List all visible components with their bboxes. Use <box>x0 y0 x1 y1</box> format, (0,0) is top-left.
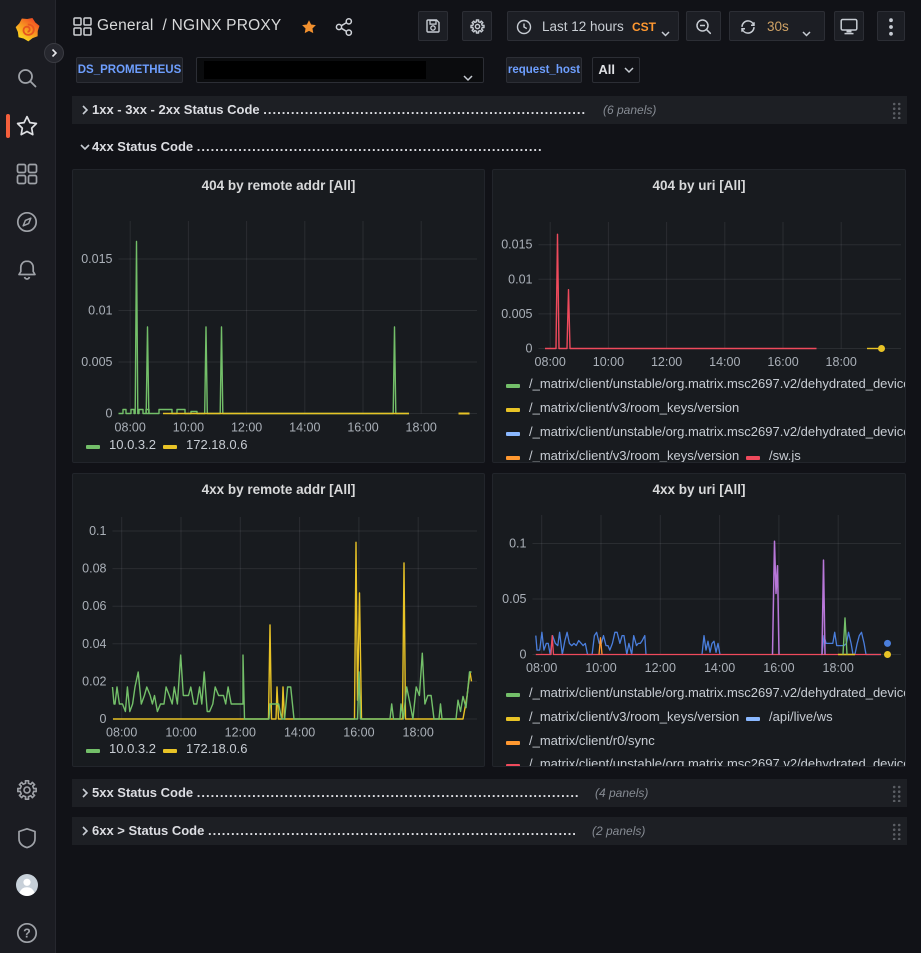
svg-text:08:00: 08:00 <box>106 726 137 740</box>
svg-text:16:00: 16:00 <box>763 661 794 675</box>
svg-text:14:00: 14:00 <box>289 421 320 435</box>
svg-text:0.015: 0.015 <box>81 252 112 266</box>
svg-text:0.08: 0.08 <box>82 562 106 576</box>
svg-text:16:00: 16:00 <box>767 355 798 369</box>
svg-text:08:00: 08:00 <box>526 661 557 675</box>
svg-text:08:00: 08:00 <box>535 355 566 369</box>
svg-text:18:00: 18:00 <box>403 726 434 740</box>
svg-text:0.005: 0.005 <box>501 307 532 321</box>
svg-text:18:00: 18:00 <box>406 421 437 435</box>
svg-text:10:00: 10:00 <box>593 355 624 369</box>
svg-text:0: 0 <box>520 648 527 662</box>
svg-text:0.06: 0.06 <box>82 599 106 613</box>
svg-text:0.04: 0.04 <box>82 637 106 651</box>
svg-text:12:00: 12:00 <box>645 661 676 675</box>
svg-text:0: 0 <box>100 712 107 726</box>
svg-text:0.02: 0.02 <box>82 674 106 688</box>
svg-text:0.1: 0.1 <box>89 524 106 538</box>
svg-text:16:00: 16:00 <box>347 421 378 435</box>
svg-text:14:00: 14:00 <box>284 726 315 740</box>
svg-text:16:00: 16:00 <box>343 726 374 740</box>
svg-text:0.05: 0.05 <box>502 592 526 606</box>
svg-text:10:00: 10:00 <box>165 726 196 740</box>
svg-text:0.1: 0.1 <box>509 537 526 551</box>
svg-text:?: ? <box>23 926 31 940</box>
svg-text:14:00: 14:00 <box>709 355 740 369</box>
svg-text:08:00: 08:00 <box>115 421 146 435</box>
svg-text:0.015: 0.015 <box>501 238 532 252</box>
svg-text:12:00: 12:00 <box>231 421 262 435</box>
svg-text:0.005: 0.005 <box>81 355 112 369</box>
svg-text:0: 0 <box>526 342 533 356</box>
svg-text:14:00: 14:00 <box>704 661 735 675</box>
svg-text:12:00: 12:00 <box>225 726 256 740</box>
svg-text:10:00: 10:00 <box>585 661 616 675</box>
svg-text:0.01: 0.01 <box>88 304 112 318</box>
svg-text:10:00: 10:00 <box>173 421 204 435</box>
svg-text:18:00: 18:00 <box>826 355 857 369</box>
svg-text:0: 0 <box>106 407 113 421</box>
svg-text:0.01: 0.01 <box>508 272 532 286</box>
svg-text:12:00: 12:00 <box>651 355 682 369</box>
svg-text:18:00: 18:00 <box>823 661 854 675</box>
